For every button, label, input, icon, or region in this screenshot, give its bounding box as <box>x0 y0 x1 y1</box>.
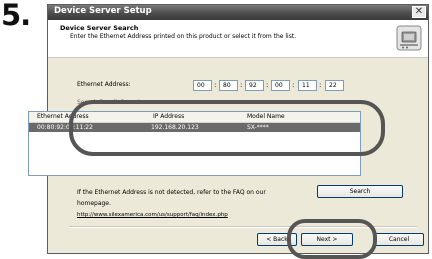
ethernet-address-label: Ethernet Address: <box>77 81 131 88</box>
octet-separator: : <box>266 81 269 89</box>
ethernet-octet-1[interactable]: 00 <box>193 80 212 91</box>
search-button[interactable]: Search <box>317 185 403 198</box>
ethernet-octet-5[interactable]: 11 <box>298 80 317 91</box>
header-subtitle: Enter the Ethernet Address printed on th… <box>70 33 297 40</box>
octet-separator: : <box>240 81 243 89</box>
header-title: Device Server Search <box>60 24 139 32</box>
help-text-line2: homepage. <box>77 200 111 207</box>
window-title: Device Server Setup <box>54 6 152 16</box>
ethernet-octet-2[interactable]: 80 <box>219 80 238 91</box>
octet-separator: : <box>292 81 295 89</box>
ethernet-octet-3[interactable]: 92 <box>245 80 264 91</box>
wizard-header: Device Server Search Enter the Ethernet … <box>48 20 428 58</box>
highlight-ring-search-result <box>69 100 385 156</box>
octet-separator: : <box>319 81 322 89</box>
faq-link[interactable]: http://www.silexamerica.com/us/support/f… <box>77 212 228 218</box>
highlight-ring-next-button <box>287 219 377 259</box>
help-text-line1: If the Ethernet Address is not detected,… <box>77 189 266 196</box>
network-device-icon <box>396 25 422 51</box>
octet-separator: : <box>214 81 217 89</box>
ethernet-octet-6[interactable]: 22 <box>325 80 344 91</box>
close-icon[interactable]: ✕ <box>412 6 426 18</box>
title-bar: Device Server Setup ✕ <box>48 5 428 20</box>
ethernet-octet-4[interactable]: 00 <box>271 80 290 91</box>
cancel-button[interactable]: Cancel <box>374 233 424 246</box>
step-number: 5. <box>1 0 31 32</box>
